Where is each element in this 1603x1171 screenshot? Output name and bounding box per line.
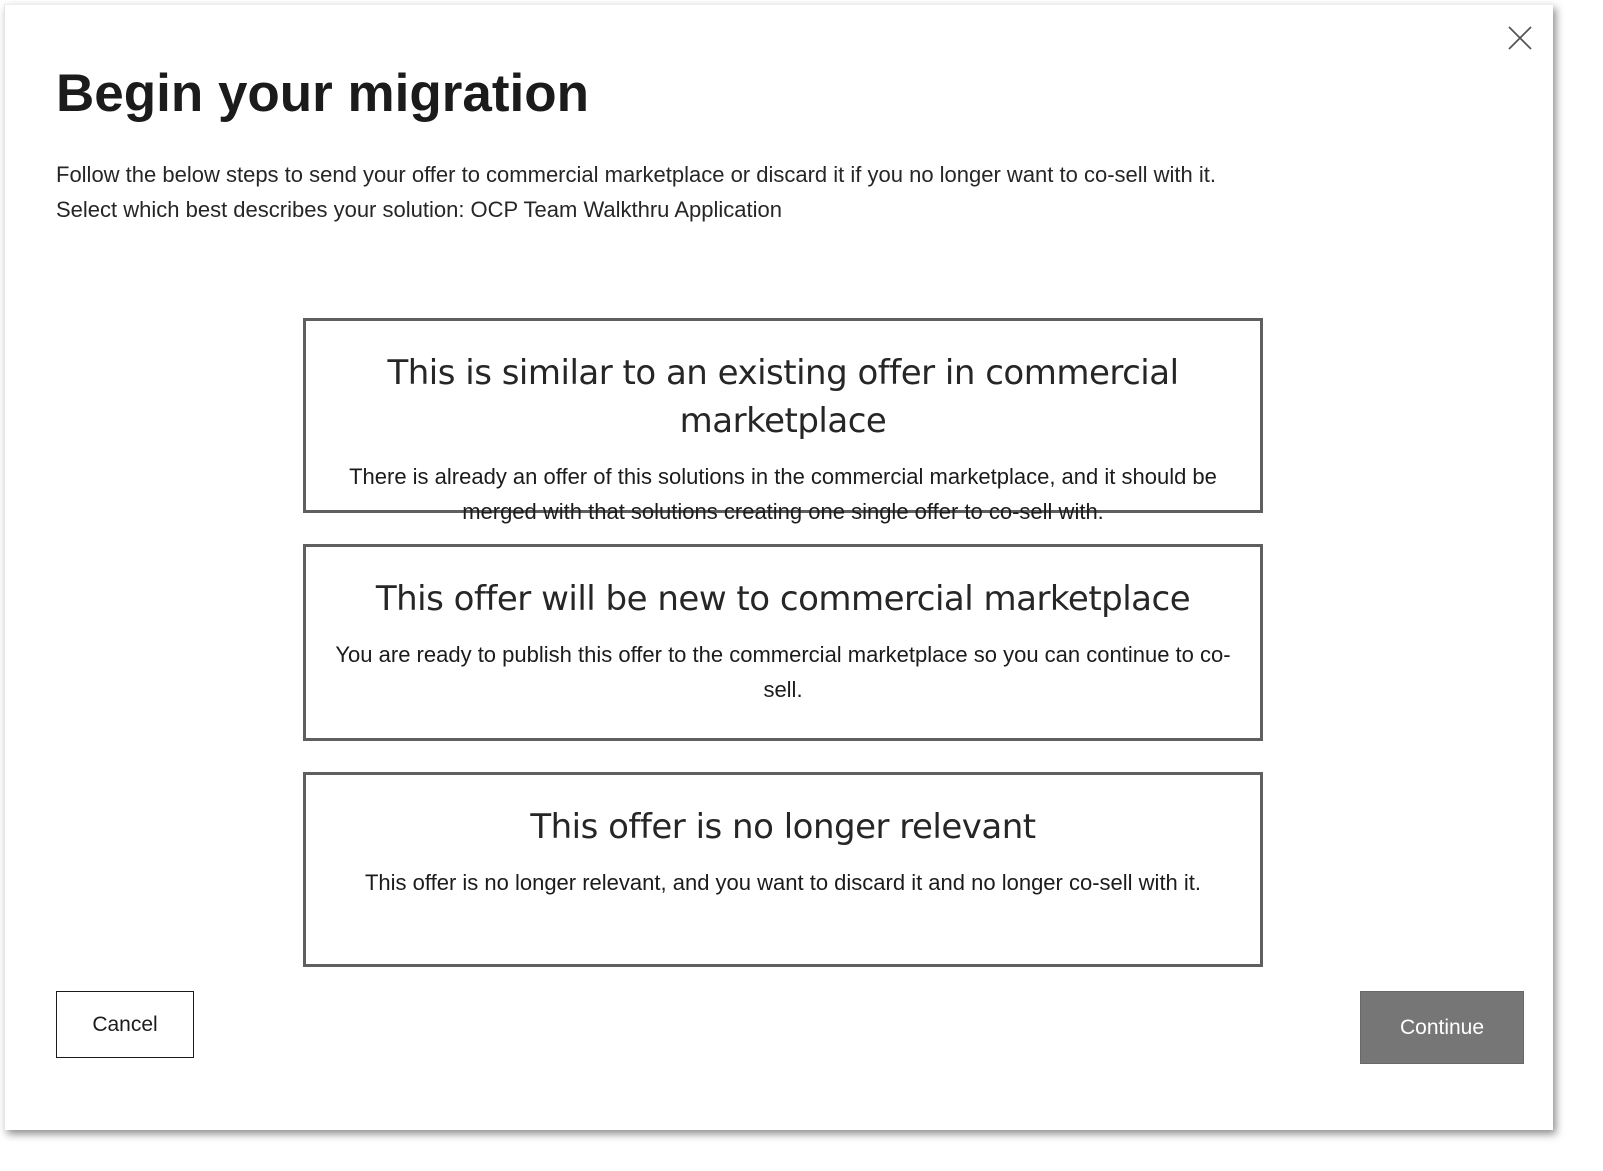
option-list: This is similar to an existing offer in … bbox=[303, 318, 1263, 998]
option-description: This offer is no longer relevant, and yo… bbox=[364, 870, 1202, 895]
close-icon bbox=[1508, 26, 1532, 50]
dialog-description: Follow the below steps to send your offe… bbox=[56, 157, 1236, 227]
option-title: This is similar to an existing offer in … bbox=[387, 353, 1179, 441]
option-new-offer[interactable]: This offer will be new to commercial mar… bbox=[303, 544, 1263, 741]
option-no-longer-relevant[interactable]: This offer is no longer relevant This of… bbox=[303, 772, 1263, 967]
option-title: This offer is no longer relevant bbox=[530, 807, 1036, 847]
option-description: There is already an offer of this soluti… bbox=[349, 464, 1217, 524]
migration-dialog: Begin your migration Follow the below st… bbox=[4, 4, 1553, 1130]
continue-button[interactable]: Continue bbox=[1360, 991, 1524, 1064]
close-button[interactable] bbox=[1505, 23, 1535, 53]
dialog-title: Begin your migration bbox=[56, 64, 589, 123]
description-solution: Select which best describes your solutio… bbox=[56, 197, 782, 222]
cancel-button[interactable]: Cancel bbox=[56, 991, 194, 1058]
option-description: You are ready to publish this offer to t… bbox=[335, 642, 1231, 702]
option-title: This offer will be new to commercial mar… bbox=[375, 579, 1191, 619]
option-similar-existing[interactable]: This is similar to an existing offer in … bbox=[303, 318, 1263, 524]
description-instructions: Follow the below steps to send your offe… bbox=[56, 162, 1217, 187]
